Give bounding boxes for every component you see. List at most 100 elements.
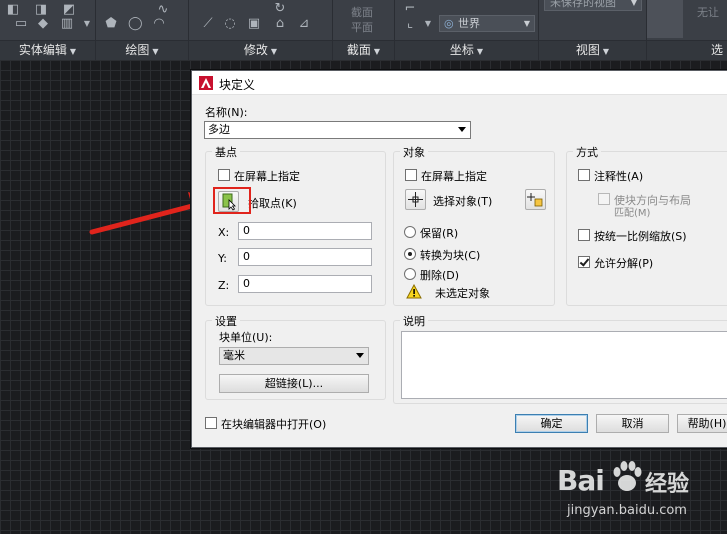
convert-to-block-radio[interactable] [404,248,416,260]
hyperlink-button[interactable]: 超链接(L)... [219,374,369,393]
retain-radio[interactable] [404,226,416,238]
basepoint-specify-on-screen-checkbox[interactable] [218,169,230,181]
x-coordinate-field[interactable]: 0 [238,222,372,240]
stretch-icon[interactable]: ⌂ [273,17,287,31]
separate-icon[interactable]: ▥ [60,17,74,31]
union-icon[interactable]: ◧ [6,3,20,17]
annotative-label: 注释性(A) [594,170,644,183]
ribbon-panel-solid-editing: ◧ ◨ ◩ ▭ ◆ ▥ ▼ 实体编辑 ▼ [0,0,96,60]
warning-icon [406,284,422,299]
block-name-combo[interactable]: 多边 [204,121,471,139]
cancel-button[interactable]: 取消 [596,414,669,433]
basepoint-group-title: 基点 [212,144,240,160]
ribbon-panel-title[interactable]: 选 [647,40,727,60]
plane-text[interactable]: 平面 [351,21,373,34]
ribbon-panel-title[interactable]: 截面 ▼ [333,40,394,60]
match-orientation-label-line2: 匹配(M) [614,208,651,219]
z-label: Z: [218,279,230,292]
block-unit-combo[interactable]: 毫米 [219,347,369,365]
subtract-icon[interactable]: ◨ [34,3,48,17]
delete-radio[interactable] [404,268,416,280]
ribbon-tools: ⌐ ⌞ ▼ ◎ 世界 ▼ [395,0,538,38]
chevron-down-icon[interactable]: ▼ [421,17,435,31]
delete-label: 删除(D) [420,269,460,282]
ribbon-panel-title[interactable]: 实体编辑 ▼ [0,40,95,60]
ribbon-tools: 无让 [647,0,727,38]
ribbon-panel-title[interactable]: 修改 ▼ [189,40,332,60]
offset-icon[interactable]: ◌ [223,17,237,31]
scale-uniformly-checkbox[interactable] [578,229,590,241]
chevron-down-icon[interactable]: ▼ [80,17,94,31]
ribbon-panel-title[interactable]: 坐标 ▼ [395,40,538,60]
selection-tool-button[interactable] [647,0,683,38]
z-coordinate-field[interactable]: 0 [238,275,372,293]
select-objects-button[interactable] [405,189,426,210]
ribbon-tools: ◧ ◨ ◩ ▭ ◆ ▥ ▼ [0,0,95,38]
globe-icon: ◎ [444,17,454,30]
named-view-combo[interactable]: 未保存的视图 ▼ [544,0,642,11]
ribbon-panel-draw: ⬟ ◯ ◠ ∿ 绘图 ▼ [96,0,189,60]
ribbon-tools: ⬟ ◯ ◠ ∿ [96,0,188,38]
convert-to-block-label: 转换为块(C) [420,249,481,262]
rotate-icon[interactable]: ↻ [273,2,287,16]
chevron-down-icon: ▼ [476,47,484,56]
baidu-jingyan-watermark: Bai 经验 jingyan.baidu.com [555,456,725,531]
objects-specify-on-screen-checkbox[interactable] [405,169,417,181]
spline-icon[interactable]: ∿ [156,3,170,17]
section-text[interactable]: 截面 [351,6,373,19]
chevron-down-icon [458,127,466,132]
dialog-title: 块定义 [219,78,256,92]
ribbon-tools: 截面 平面 [333,0,394,38]
quick-select-icon [527,193,543,207]
watermark-url: jingyan.baidu.com [567,503,687,518]
block-name-value: 多边 [208,123,230,136]
line-tool-icon[interactable]: ⟋ [201,17,215,31]
ucs-icon[interactable]: ⌐ [403,2,417,16]
ribbon-panel-title[interactable]: 绘图 ▼ [96,40,188,60]
behavior-group-title: 方式 [573,144,601,160]
block-unit-value: 毫米 [223,349,245,362]
name-label: 名称(N): [205,106,248,119]
allow-exploding-checkbox[interactable] [578,256,590,268]
fillet-edge-icon[interactable]: ▭ [14,17,28,31]
annotative-checkbox[interactable] [578,169,590,181]
chevron-down-icon: ▼ [152,47,159,56]
named-view-value: 未保存的视图 [550,0,616,9]
chevron-down-icon: ▼ [523,19,530,28]
polygon-icon[interactable]: ⬟ [104,17,118,31]
chevron-down-icon [356,353,364,358]
pick-point-label: 拾取点(K) [248,197,297,210]
settings-group-title: 设置 [212,313,240,329]
ucs-combo[interactable]: ◎ 世界 ▼ [439,15,535,32]
y-coordinate-field[interactable]: 0 [238,248,372,266]
watermark-brand-left: Bai [557,464,605,497]
objects-group-title: 对象 [400,144,428,160]
array-icon[interactable]: ▣ [247,17,261,31]
objects-specify-on-screen-label: 在屏幕上指定 [421,170,487,183]
extract-edges-icon[interactable]: ◆ [36,17,50,31]
intersect-icon[interactable]: ◩ [62,3,76,17]
circle-icon[interactable]: ◯ [128,17,143,31]
chevron-down-icon: ▼ [373,47,381,56]
chevron-down-icon: ▼ [69,47,77,56]
ok-button[interactable]: 确定 [515,414,588,433]
no-objects-selected-text: 未选定对象 [435,287,490,300]
autocad-logo-icon [199,76,213,90]
chevron-down-icon: ▼ [630,0,637,7]
help-button[interactable]: 帮助(H) [677,414,727,433]
trim-icon[interactable]: ⊿ [297,17,311,31]
chevron-down-icon: ▼ [602,47,610,56]
description-textarea[interactable] [401,331,727,399]
open-in-block-editor-checkbox[interactable] [205,417,217,429]
dialog-titlebar[interactable]: 块定义 [192,71,727,95]
allow-exploding-label: 允许分解(P) [594,257,654,270]
quick-select-button[interactable] [525,189,546,210]
ucs-origin-icon[interactable]: ⌞ [403,17,417,31]
block-unit-label: 块单位(U): [219,331,273,344]
arc-icon[interactable]: ◠ [152,17,166,31]
x-label: X: [218,226,230,239]
scale-uniformly-label: 按统一比例缩放(S) [594,230,687,243]
ribbon-panel-title[interactable]: 视图 ▼ [539,40,646,60]
match-orientation-checkbox[interactable] [598,193,610,205]
retain-label: 保留(R) [420,227,459,240]
